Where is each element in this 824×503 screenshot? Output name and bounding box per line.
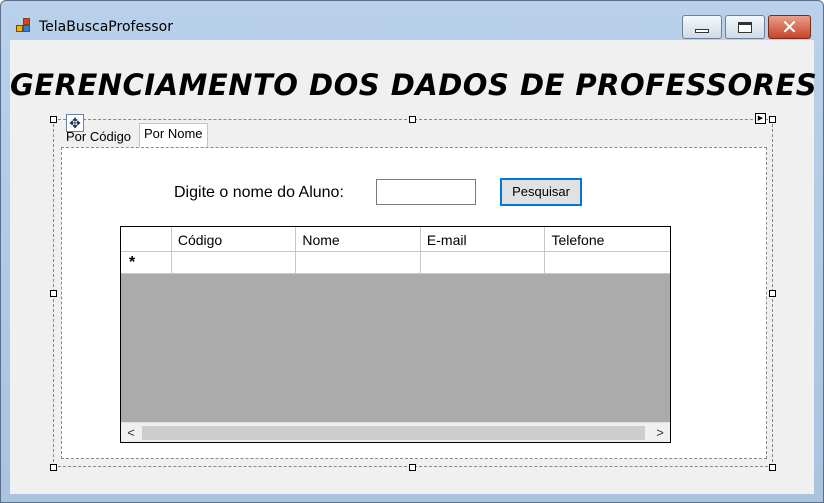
scroll-left-icon[interactable]: < bbox=[121, 425, 141, 441]
app-window: TelaBuscaProfessor ✕ GERENCIAMENTO DOS D… bbox=[0, 0, 824, 503]
search-button[interactable]: Pesquisar bbox=[500, 178, 582, 206]
resize-handle-top-right[interactable] bbox=[769, 116, 776, 123]
tab-por-nome[interactable]: Por Nome bbox=[139, 123, 208, 147]
page-title: GERENCIAMENTO DOS DADOS DE PROFESSORES bbox=[10, 68, 818, 102]
grid-corner-header[interactable] bbox=[121, 227, 172, 252]
resize-handle-right[interactable] bbox=[769, 290, 776, 297]
new-row-cell-email[interactable] bbox=[420, 252, 546, 274]
column-header-email[interactable]: E-mail bbox=[420, 227, 546, 252]
new-row-cell-nome[interactable] bbox=[296, 252, 421, 274]
close-icon: ✕ bbox=[781, 15, 798, 39]
resize-handle-left[interactable] bbox=[50, 290, 57, 297]
resize-handle-bottom[interactable] bbox=[409, 464, 416, 471]
results-data-grid[interactable]: Código Nome E-mail Telefone * < > bbox=[120, 226, 671, 443]
form-client-area: GERENCIAMENTO DOS DADOS DE PROFESSORES ▶… bbox=[10, 40, 818, 494]
smart-tag-arrow-icon[interactable]: ▶ bbox=[755, 113, 766, 124]
new-row-cell-codigo[interactable] bbox=[171, 252, 297, 274]
tab-page-por-nome: Digite o nome do Aluno: Pesquisar Código… bbox=[61, 147, 767, 459]
minimize-icon bbox=[695, 28, 709, 33]
search-name-input[interactable] bbox=[376, 179, 476, 205]
minimize-button[interactable] bbox=[682, 15, 722, 39]
new-row-cell-telefone[interactable] bbox=[545, 252, 670, 274]
resize-handle-bottom-left[interactable] bbox=[50, 464, 57, 471]
app-window-icon bbox=[16, 18, 32, 34]
close-button[interactable]: ✕ bbox=[768, 15, 811, 39]
resize-handle-top-left[interactable] bbox=[50, 116, 57, 123]
move-handle-icon[interactable]: ✥ bbox=[66, 114, 84, 132]
column-header-codigo[interactable]: Código bbox=[171, 227, 297, 252]
column-header-nome[interactable]: Nome bbox=[296, 227, 421, 252]
column-header-telefone[interactable]: Telefone bbox=[545, 227, 670, 252]
title-bar[interactable]: TelaBuscaProfessor ✕ bbox=[1, 1, 823, 39]
grid-horizontal-scrollbar[interactable]: < > bbox=[121, 422, 670, 442]
maximize-icon bbox=[738, 21, 752, 33]
new-row-marker[interactable]: * bbox=[121, 252, 172, 274]
resize-handle-top[interactable] bbox=[409, 116, 416, 123]
maximize-button[interactable] bbox=[725, 15, 765, 39]
resize-handle-bottom-right[interactable] bbox=[769, 464, 776, 471]
window-title: TelaBuscaProfessor bbox=[39, 19, 173, 35]
grid-new-row[interactable]: * bbox=[121, 252, 670, 274]
grid-header-row: Código Nome E-mail Telefone bbox=[121, 227, 670, 252]
scrollbar-thumb[interactable] bbox=[142, 426, 645, 440]
scroll-right-icon[interactable]: > bbox=[650, 425, 670, 441]
search-label: Digite o nome do Aluno: bbox=[174, 184, 344, 201]
